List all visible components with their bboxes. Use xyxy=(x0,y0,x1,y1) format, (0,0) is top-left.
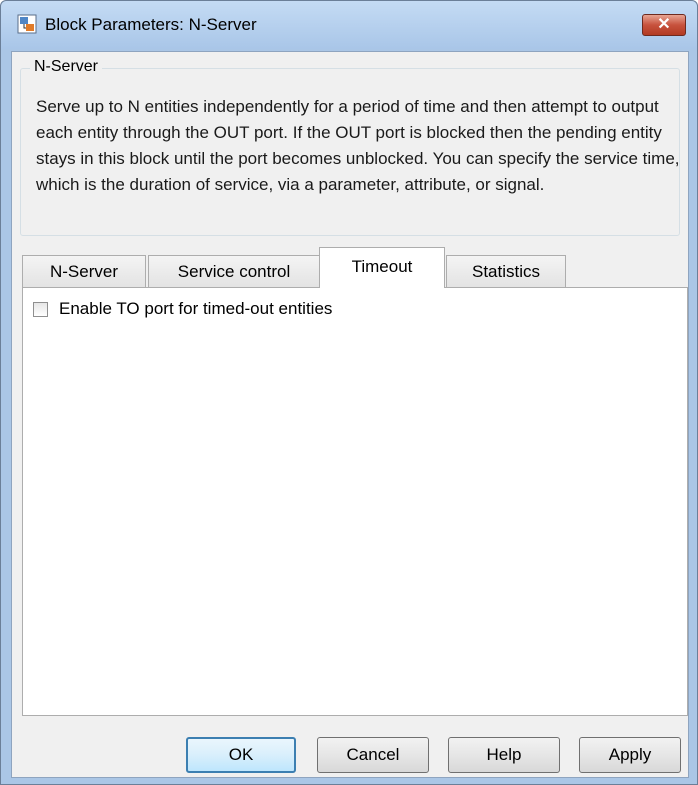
tab-timeout[interactable]: Timeout xyxy=(319,247,445,288)
apply-button[interactable]: Apply xyxy=(579,737,681,773)
dialog-client-area: N-Server Serve up to N entities independ… xyxy=(11,51,689,778)
tab-statistics[interactable]: Statistics xyxy=(446,255,566,287)
block-description: Serve up to N entities independently for… xyxy=(36,97,680,194)
enable-to-port-checkbox[interactable] xyxy=(33,302,48,317)
group-legend: N-Server xyxy=(30,58,103,76)
tab-n-server[interactable]: N-Server xyxy=(22,255,146,287)
simulink-block-icon xyxy=(17,14,37,34)
window-title: Block Parameters: N-Server xyxy=(45,15,257,34)
help-button[interactable]: Help xyxy=(448,737,560,773)
cancel-button[interactable]: Cancel xyxy=(317,737,429,773)
close-button[interactable]: ✕ xyxy=(642,14,686,36)
tab-strip: N-Server Service control Timeout Statist… xyxy=(22,247,688,288)
title-bar[interactable]: Block Parameters: N-Server ✕ xyxy=(1,1,697,49)
dialog-window: Block Parameters: N-Server ✕ N-Server Se… xyxy=(0,0,698,785)
close-icon: ✕ xyxy=(657,16,671,33)
enable-to-port-label[interactable]: Enable TO port for timed-out entities xyxy=(59,299,332,319)
ok-button[interactable]: OK xyxy=(186,737,296,773)
timeout-tab-panel: Enable TO port for timed-out entities xyxy=(22,287,688,716)
tab-service-control[interactable]: Service control xyxy=(148,255,320,287)
